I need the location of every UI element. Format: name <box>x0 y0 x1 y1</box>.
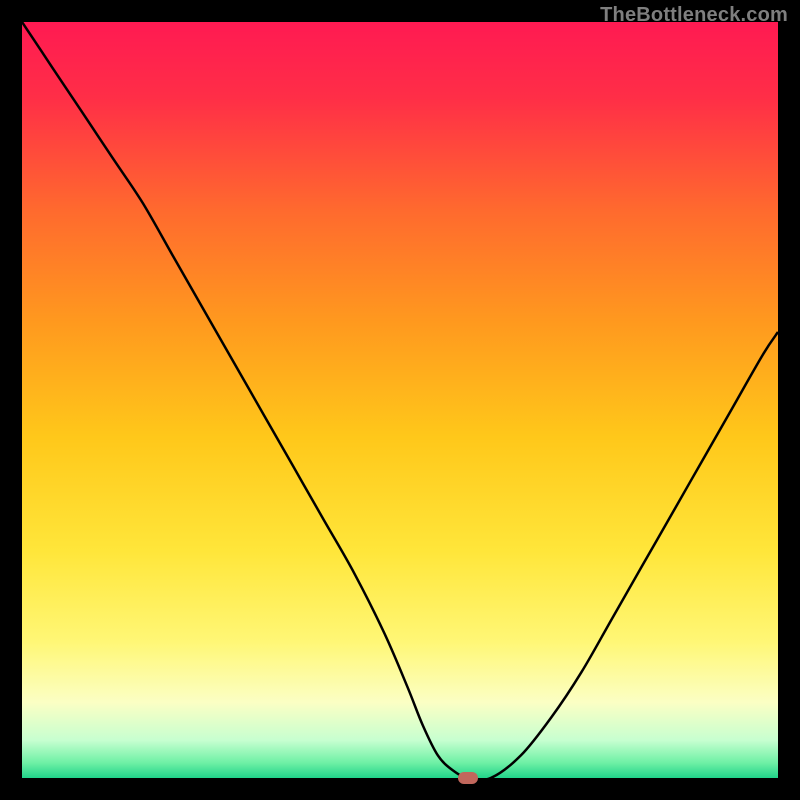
chart-svg <box>22 22 778 778</box>
bottleneck-curve <box>22 22 778 778</box>
chart-frame: TheBottleneck.com <box>0 0 800 800</box>
watermark-text: TheBottleneck.com <box>600 4 788 27</box>
plot-area <box>22 22 778 778</box>
optimal-marker <box>458 772 478 784</box>
